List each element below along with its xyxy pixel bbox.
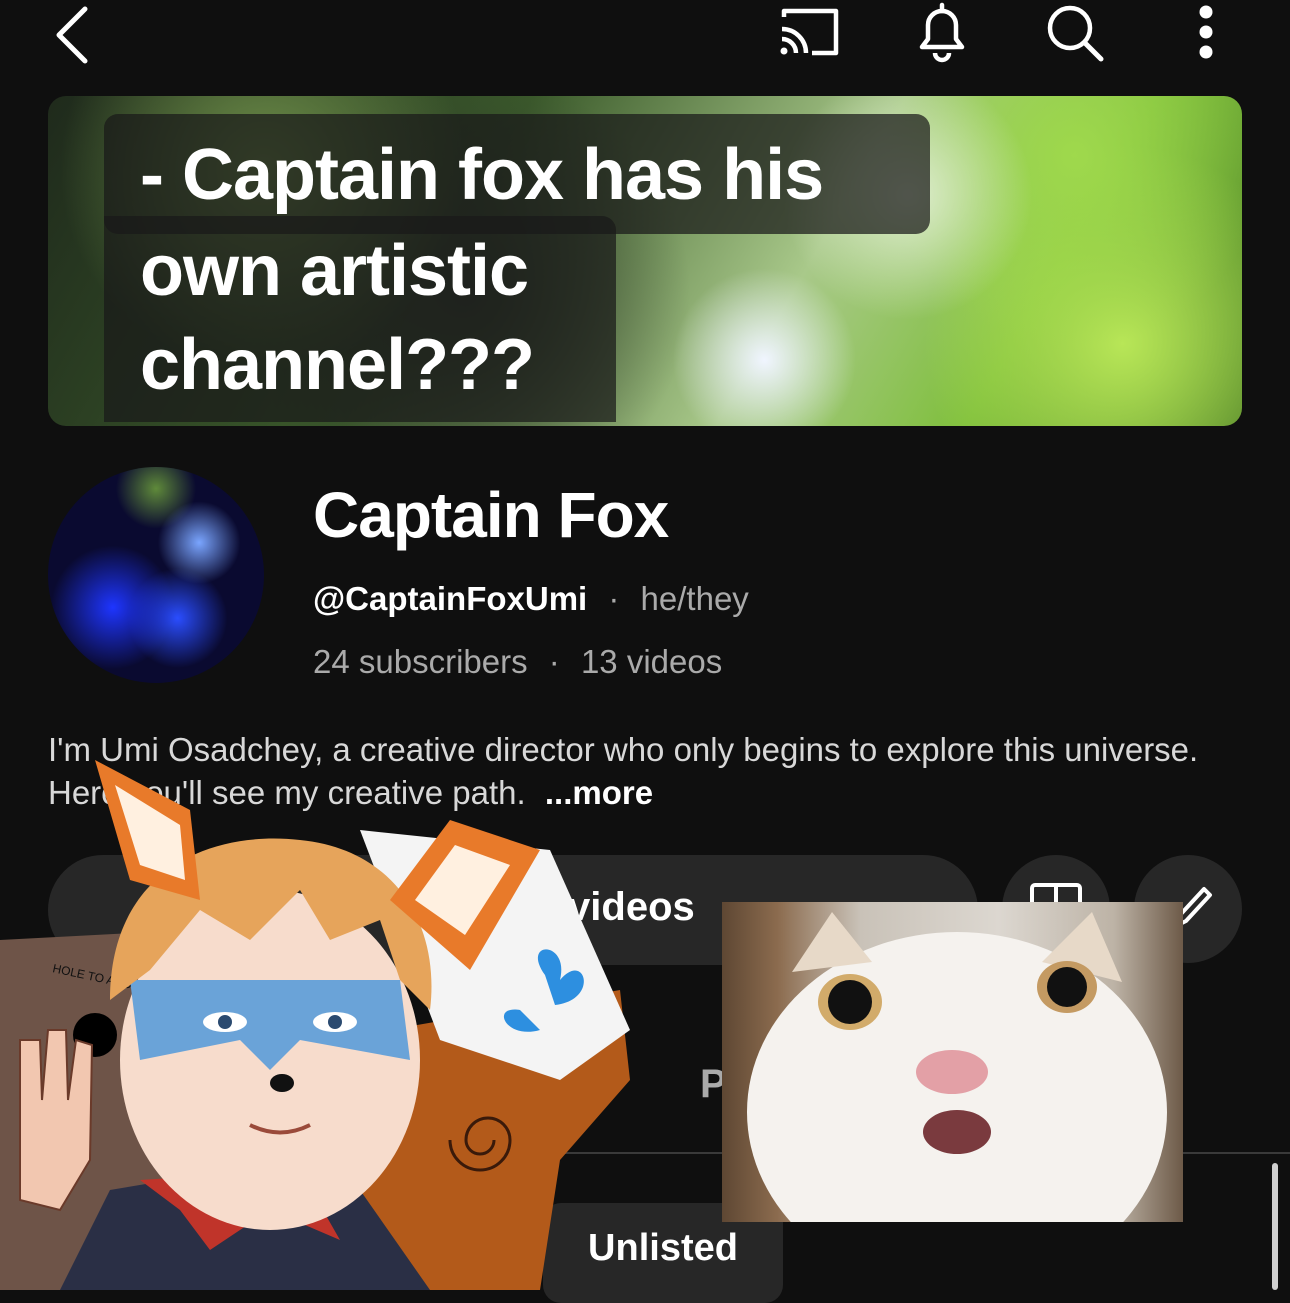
more-vertical-icon (1199, 5, 1213, 59)
cat-meme-sticker (722, 902, 1183, 1222)
subscriber-count: 24 subscribers (313, 643, 528, 680)
cat-left-ear (792, 912, 872, 972)
channel-name: Captain Fox (313, 479, 669, 551)
scrollbar[interactable] (1272, 1163, 1278, 1290)
channel-stats-row: 24 subscribers · 13 videos (313, 643, 722, 681)
channel-avatar[interactable] (48, 467, 264, 683)
channel-handle-row: @CaptainFoxUmi · he/they (313, 580, 749, 618)
notifications-button[interactable] (908, 0, 976, 66)
video-count: 13 videos (580, 643, 723, 680)
search-button[interactable] (1042, 0, 1108, 66)
fox-nose (270, 1074, 294, 1092)
back-button[interactable] (40, 0, 110, 70)
meta-separator: · (548, 643, 560, 680)
search-icon (1047, 5, 1104, 62)
banner-caption-line-1: - Captain fox has his (140, 135, 824, 215)
meta-separator: · (608, 580, 620, 617)
chevron-left-icon (56, 6, 88, 64)
channel-banner: - Captain fox has his own artistic chann… (48, 96, 1242, 426)
cast-button[interactable] (774, 2, 844, 62)
bell-icon (919, 2, 965, 63)
banner-caption-line-2: own artistic (140, 231, 529, 311)
channel-pronouns: he/they (640, 580, 749, 617)
fox-character-sticker: HOLE TO ANOTHER UNIVERSE (0, 760, 630, 1290)
cat-nose (916, 1050, 988, 1094)
banner-caption-line-3: channel??? (140, 325, 535, 405)
more-button[interactable] (1186, 0, 1226, 64)
channel-handle[interactable]: @CaptainFoxUmi (313, 580, 587, 617)
cat-mouth (923, 1110, 991, 1154)
cast-icon (780, 8, 839, 56)
